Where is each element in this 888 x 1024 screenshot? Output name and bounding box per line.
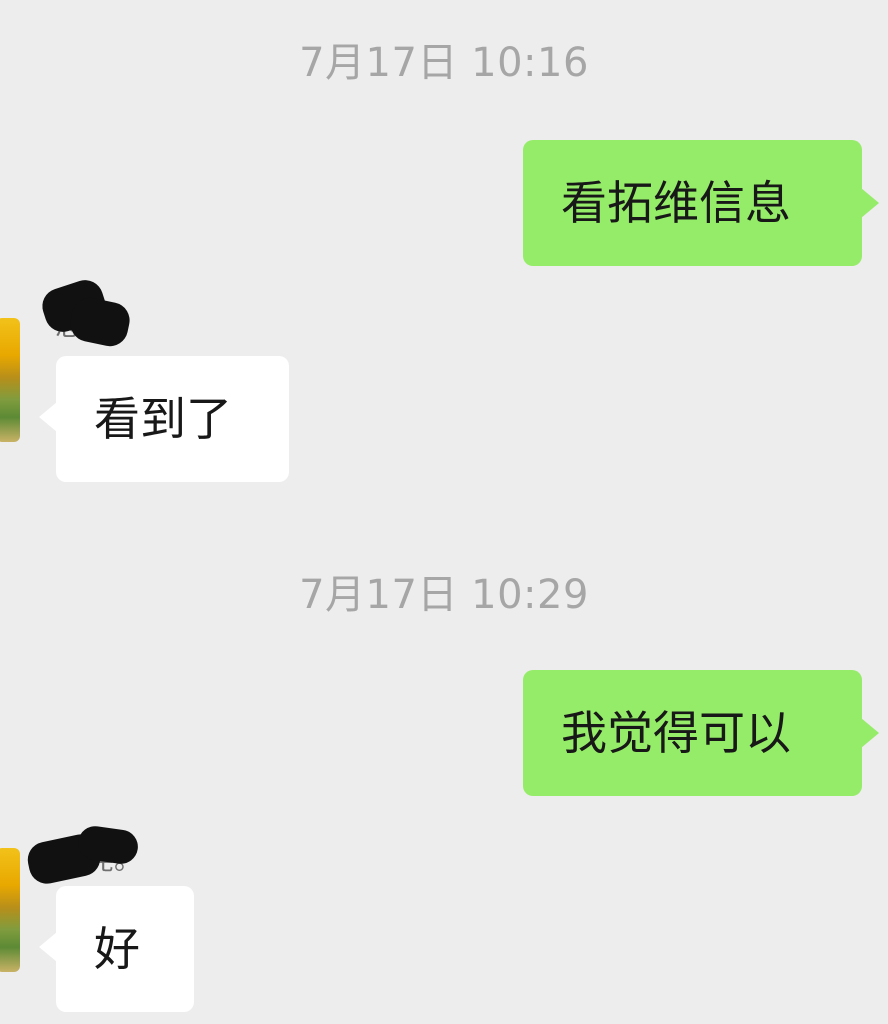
sent-message-bubble[interactable]: 看拓维信息 bbox=[523, 140, 879, 266]
message-text: 看到了 bbox=[94, 392, 232, 446]
sent-message-bubble[interactable]: 我觉得可以 bbox=[523, 670, 879, 796]
timestamp: 7月17日 10:29 bbox=[299, 572, 589, 618]
message-text: 好 bbox=[94, 922, 140, 976]
sunflower-avatar-icon[interactable] bbox=[0, 848, 20, 972]
timestamp: 7月17日 10:16 bbox=[299, 40, 589, 86]
received-message-bubble[interactable]: 好 bbox=[39, 886, 194, 1012]
received-message-bubble[interactable]: 看到了 bbox=[39, 356, 289, 482]
message-text: 我觉得可以 bbox=[561, 706, 791, 760]
message-text: 看拓维信息 bbox=[561, 176, 791, 230]
sender-name: 思尧。 bbox=[24, 823, 142, 888]
sunflower-avatar-icon[interactable] bbox=[0, 318, 20, 442]
sender-name: 思尧。 bbox=[37, 275, 139, 350]
